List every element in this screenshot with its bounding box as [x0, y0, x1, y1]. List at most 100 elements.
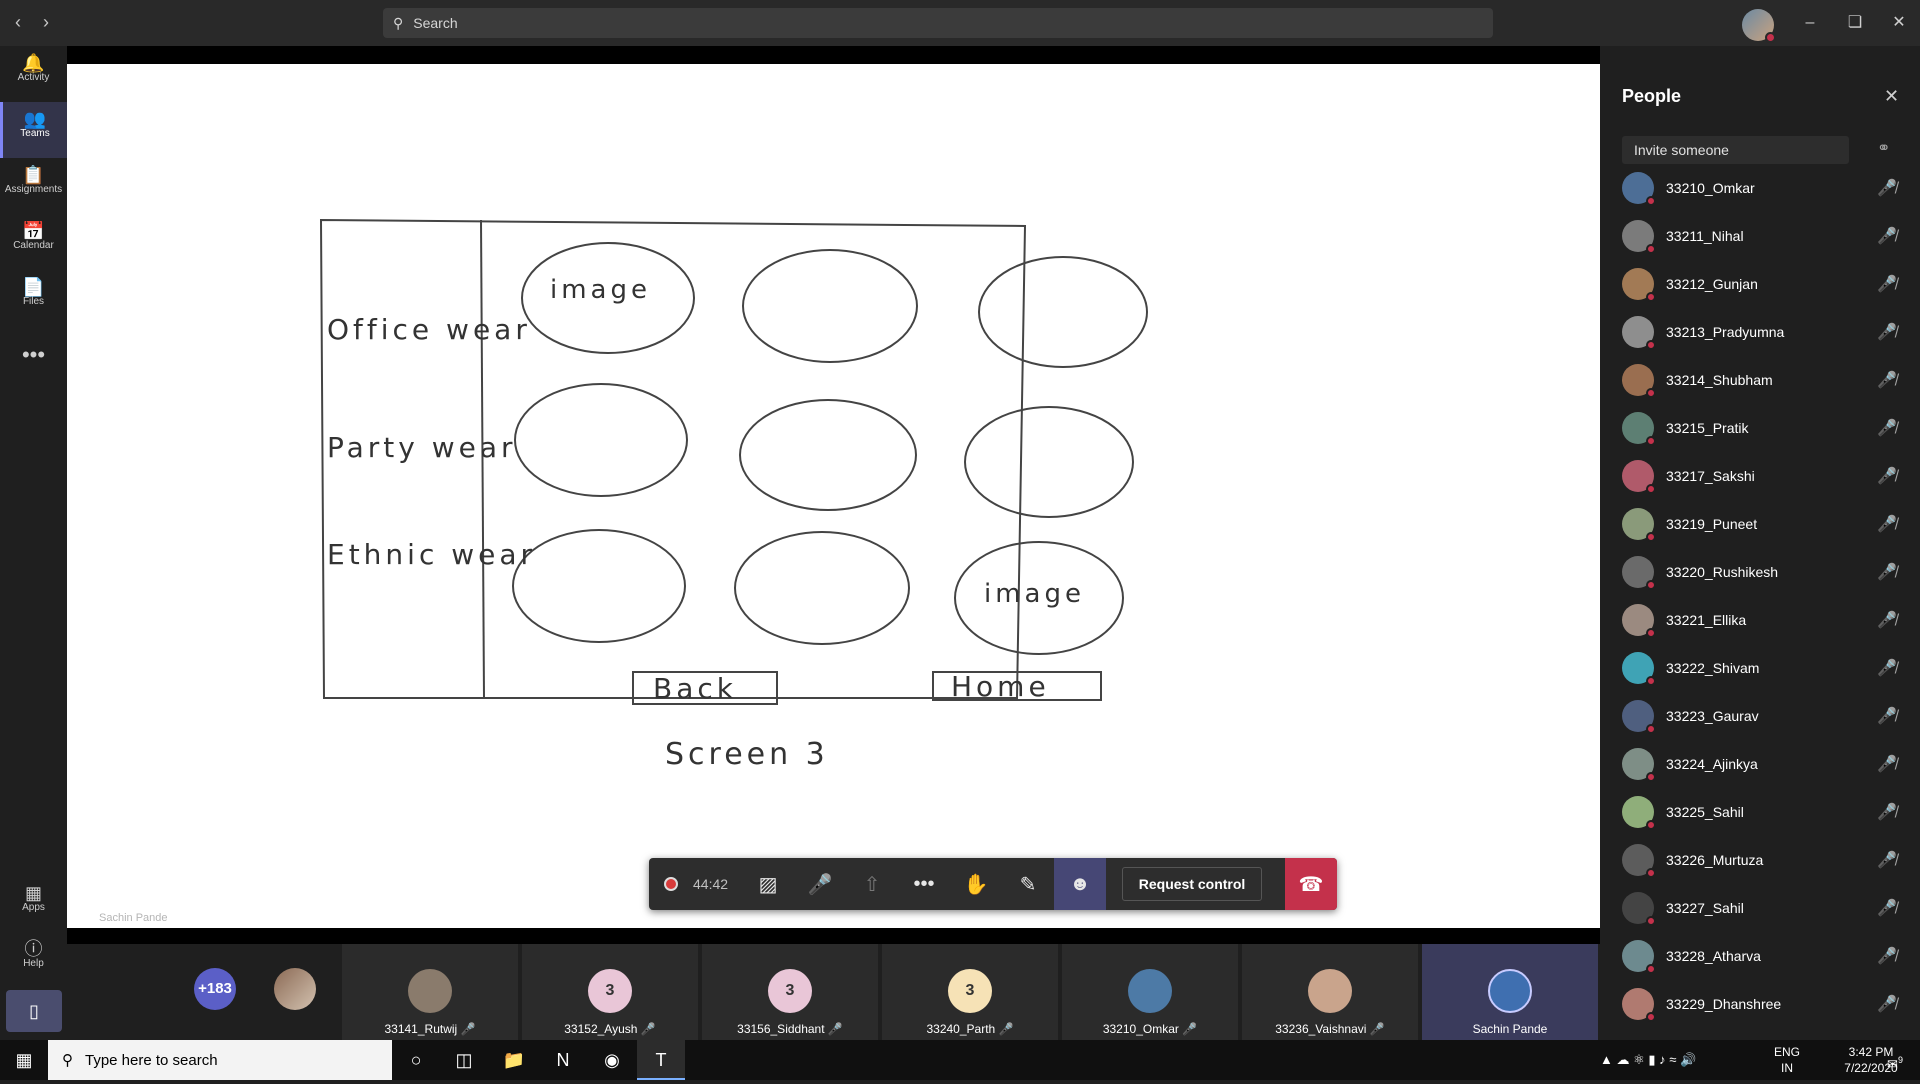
mic-muted-icon: 🎤 [460, 1022, 476, 1036]
mic-muted-icon[interactable]: 🎤̸ [1877, 322, 1897, 342]
camera-off-icon[interactable]: ▨ [742, 858, 794, 910]
participant-row[interactable]: 33223_Gaurav 🎤̸ [1622, 692, 1912, 740]
status-dot [1646, 340, 1656, 350]
participant-row[interactable]: 33227_Sahil 🎤̸ [1622, 884, 1912, 932]
mic-muted-icon[interactable]: 🎤̸ [1877, 850, 1897, 870]
rail-label: Help [23, 958, 44, 969]
windows-start-icon[interactable]: ▦ [0, 1040, 48, 1080]
participant-row[interactable]: 33212_Gunjan 🎤̸ [1622, 260, 1912, 308]
language-indicator[interactable]: ENG IN [1770, 1044, 1804, 1076]
rail-item-teams[interactable]: 👥 Teams [0, 102, 67, 158]
panel-title: People [1622, 86, 1682, 106]
participants-icon[interactable]: ☻ [1054, 858, 1107, 910]
restore-icon[interactable]: ❏ [1840, 10, 1870, 36]
teams-taskbar-icon[interactable]: T [637, 1040, 685, 1080]
mic-muted-icon[interactable]: 🎤̸ [1877, 370, 1897, 390]
forward-arrow-icon[interactable]: › [36, 12, 56, 32]
mic-muted-icon[interactable]: 🎤̸ [1877, 994, 1897, 1014]
participant-row[interactable]: 33219_Puneet 🎤̸ [1622, 500, 1912, 548]
participant-avatar[interactable] [274, 968, 316, 1010]
taskbar-search-input[interactable]: ⚲ Type here to search [48, 1040, 392, 1080]
mic-muted-icon[interactable]: 🎤̸ [1877, 466, 1897, 486]
lang-code: ENG [1773, 1045, 1800, 1059]
participant-row[interactable]: 33229_Dhanshree 🎤̸ [1622, 980, 1912, 1028]
share-invite-icon[interactable]: ⚭ [1877, 138, 1890, 158]
participant-row[interactable]: 33221_Ellika 🎤̸ [1622, 596, 1912, 644]
status-dot [1646, 916, 1656, 926]
tray-icons[interactable]: ▲ ☁ ⚛ ▮ ♪ ≈ 🔊 [1600, 1040, 1696, 1080]
request-control-button[interactable]: Request control [1122, 867, 1263, 901]
raise-hand-icon[interactable]: ✋ [950, 858, 1002, 910]
participant-row[interactable]: 33226_Murtuza 🎤̸ [1622, 836, 1912, 884]
notifications-icon[interactable]: ✉9 [1880, 1040, 1910, 1080]
minimize-icon[interactable]: – [1795, 10, 1825, 36]
rail-item-help[interactable]: ⓘ Help [0, 932, 67, 988]
participant-name: 33219_Puneet [1666, 516, 1758, 532]
participant-name: 33141_Rutwij 🎤 [384, 1022, 476, 1036]
mic-muted-icon[interactable]: 🎤̸ [1877, 946, 1897, 966]
device-icon[interactable]: ▯ [6, 990, 62, 1032]
participant-row[interactable]: 33217_Sakshi 🎤̸ [1622, 452, 1912, 500]
participant-tile[interactable]: 33236_Vaishnavi 🎤 [1242, 944, 1418, 1040]
chrome-icon[interactable]: ◉ [588, 1040, 636, 1080]
task-view-icon[interactable]: ◫ [440, 1040, 488, 1080]
more-apps-icon[interactable]: ••• [0, 342, 67, 368]
mic-muted-icon[interactable]: 🎤̸ [1877, 418, 1897, 438]
file-explorer-icon[interactable]: 📁 [490, 1040, 538, 1080]
rail-item-apps[interactable]: ▦ Apps [0, 876, 67, 932]
rail-item-files[interactable]: 📄 Files [0, 270, 67, 326]
participant-tile-presenter[interactable]: Sachin Pande [1422, 944, 1598, 1040]
mic-muted-icon[interactable]: 🎤̸ [1877, 610, 1897, 630]
hang-up-button[interactable]: ☎ [1285, 858, 1337, 910]
chat-icon[interactable]: ✎ [1002, 858, 1054, 910]
overflow-count[interactable]: +183 [194, 968, 236, 1010]
mic-muted-icon[interactable]: 🎤̸ [1877, 274, 1897, 294]
call-controls: 44:42 ▨ 🎤 ⇧ ••• ✋ ✎ ☻ Request control ☎ [649, 858, 1337, 910]
participant-tile[interactable]: 3 33152_Ayush 🎤 [522, 944, 698, 1040]
mic-muted-icon[interactable]: 🎤̸ [1877, 658, 1897, 678]
participant-row[interactable]: 33224_Ajinkya 🎤̸ [1622, 740, 1912, 788]
participant-row[interactable]: 33210_Omkar 🎤̸ [1622, 164, 1912, 212]
participant-tile[interactable]: 33210_Omkar 🎤 [1062, 944, 1238, 1040]
mic-muted-icon[interactable]: 🎤̸ [1877, 802, 1897, 822]
participant-avatar [1622, 316, 1656, 350]
back-label: Back [653, 672, 737, 705]
participant-tile[interactable]: 3 33240_Parth 🎤 [882, 944, 1058, 1040]
invite-input[interactable]: Invite someone [1622, 136, 1849, 164]
share-screen-icon[interactable]: ⇧ [846, 858, 898, 910]
participant-row[interactable]: 33228_Atharva 🎤̸ [1622, 932, 1912, 980]
search-input[interactable]: ⚲ Search [383, 8, 1493, 38]
mic-muted-icon[interactable]: 🎤̸ [1877, 754, 1897, 774]
mic-muted-icon[interactable]: 🎤̸ [1877, 562, 1897, 582]
participant-row[interactable]: 33214_Shubham 🎤̸ [1622, 356, 1912, 404]
mic-muted-icon[interactable]: 🎤̸ [1877, 178, 1897, 198]
participant-row[interactable]: 33220_Rushikesh 🎤̸ [1622, 548, 1912, 596]
sketch-circle [514, 383, 688, 497]
participant-tile[interactable]: 33141_Rutwij 🎤 [342, 944, 518, 1040]
participant-row[interactable]: 33213_Pradyumna 🎤̸ [1622, 308, 1912, 356]
profile-avatar[interactable] [1742, 9, 1776, 43]
mic-muted-icon[interactable]: 🎤̸ [1877, 226, 1897, 246]
more-actions-icon[interactable]: ••• [898, 858, 950, 910]
participant-row[interactable]: 33211_Nihal 🎤̸ [1622, 212, 1912, 260]
rail-item-activity[interactable]: 🔔 Activity [0, 46, 67, 102]
participant-tile[interactable]: 3 33156_Siddhant 🎤 [702, 944, 878, 1040]
rail-item-calendar[interactable]: 📅 Calendar [0, 214, 67, 270]
participant-row[interactable]: 33225_Sahil 🎤̸ [1622, 788, 1912, 836]
mic-off-icon[interactable]: 🎤 [794, 858, 846, 910]
rail-item-assignments[interactable]: 📋 Assignments [0, 158, 67, 214]
cortana-icon[interactable]: ○ [392, 1040, 440, 1080]
participant-row[interactable]: 33215_Pratik 🎤̸ [1622, 404, 1912, 452]
participant-avatar [1622, 796, 1656, 830]
onenote-icon[interactable]: N [539, 1040, 587, 1080]
close-icon[interactable]: ✕ [1884, 86, 1899, 107]
participant-avatar [1622, 652, 1656, 686]
participant-row[interactable]: 33222_Shivam 🎤̸ [1622, 644, 1912, 692]
participant-name: 33214_Shubham [1666, 372, 1773, 388]
mic-muted-icon[interactable]: 🎤̸ [1877, 514, 1897, 534]
participant-avatar: 3 [948, 969, 992, 1013]
close-window-icon[interactable]: ✕ [1884, 10, 1914, 36]
mic-muted-icon[interactable]: 🎤̸ [1877, 706, 1897, 726]
mic-muted-icon[interactable]: 🎤̸ [1877, 898, 1897, 918]
back-arrow-icon[interactable]: ‹ [8, 12, 28, 32]
